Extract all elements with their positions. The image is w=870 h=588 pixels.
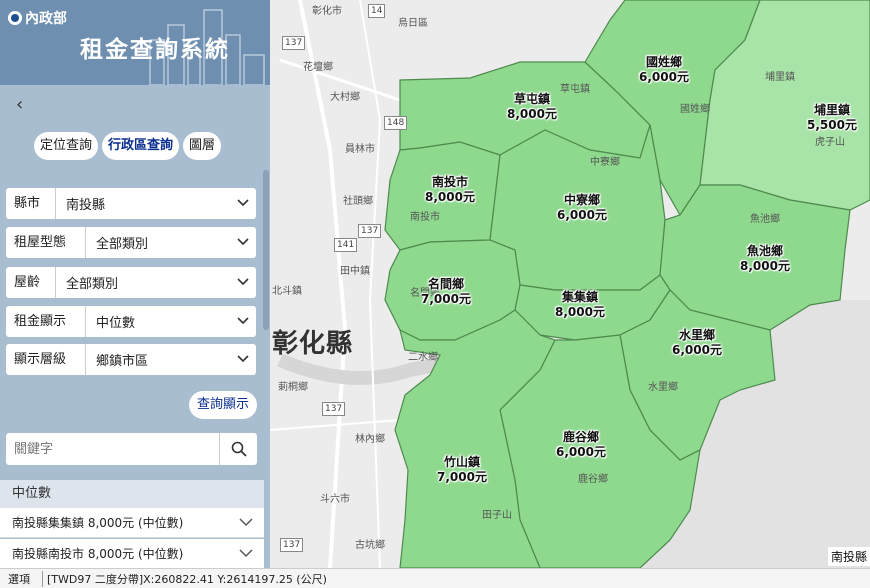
place-label: 南投市	[410, 212, 440, 223]
place-label: 魚池鄉	[750, 214, 780, 225]
ministry-name: 內政部	[25, 11, 67, 27]
route-marker: 137	[358, 224, 382, 238]
rent-display-select[interactable]: 租金顯示 中位數	[6, 306, 256, 337]
result-text: 南投縣集集鎮 8,000元 (中位數)	[12, 516, 184, 530]
place-label: 草屯鎮	[560, 84, 590, 95]
keyword-input[interactable]	[6, 433, 219, 465]
app-header: 內政部 租金查詢系統	[0, 0, 270, 85]
select-label: 縣市	[6, 188, 56, 219]
place-label: 大村鄉	[330, 92, 360, 103]
place-label: 北斗鎮	[272, 286, 302, 297]
town-label[interactable]: 國姓鄉 6,000元	[639, 55, 689, 85]
corner-county-label: 南投縣	[827, 547, 870, 566]
select-label: 顯示層級	[6, 344, 86, 375]
select-value: 中位數	[96, 316, 136, 331]
route-marker: 141	[334, 238, 358, 252]
place-label: 鹿谷鄉	[578, 474, 608, 485]
result-item[interactable]: 南投縣南投市 8,000元 (中位數)	[0, 539, 264, 568]
chevron-down-icon	[230, 235, 256, 250]
back-chevron-icon[interactable]: ‹	[16, 94, 23, 115]
result-text: 南投縣南投市 8,000元 (中位數)	[12, 547, 184, 561]
county-select[interactable]: 縣市 南投縣	[6, 188, 256, 219]
route-marker: 137	[322, 402, 346, 416]
place-label: 中寮鄉	[590, 157, 620, 168]
county-label: 彰化縣	[272, 329, 354, 359]
place-label: 國姓鄉	[680, 104, 710, 115]
place-label: 田中鎮	[340, 266, 370, 277]
route-marker: 137	[280, 538, 304, 552]
tab-location-query[interactable]: 定位查詢	[34, 132, 99, 160]
search-icon	[231, 441, 247, 457]
town-label[interactable]: 魚池鄉 8,000元	[740, 244, 790, 274]
place-label: 虎子山	[815, 137, 845, 148]
route-marker: 148	[384, 116, 408, 130]
coordinate-readout: [TWD97 二度分帶]X:260822.41 Y:2614197.25 (公尺…	[42, 570, 327, 587]
status-options[interactable]: 選項	[8, 571, 30, 587]
ministry-logo[interactable]: 內政部	[8, 8, 67, 28]
town-label[interactable]: 水里鄉 6,000元	[672, 328, 722, 358]
status-bar: 選項 [TWD97 二度分帶]X:260822.41 Y:2614197.25 …	[0, 568, 870, 588]
chevron-down-icon	[230, 352, 256, 367]
ministry-emblem-icon	[8, 11, 22, 25]
chevron-down-icon	[230, 314, 256, 329]
place-label: 二水鄉	[408, 352, 438, 363]
place-label: 彰化市	[312, 6, 342, 17]
town-label[interactable]: 竹山鎮 7,000元	[437, 455, 487, 485]
place-label: 社頭鄉	[343, 196, 373, 207]
select-label: 租金顯示	[6, 306, 86, 337]
place-label: 水里鄉	[648, 382, 678, 393]
query-display-button[interactable]: 查詢顯示	[189, 391, 257, 419]
place-label: 斗六市	[320, 494, 350, 505]
chevron-down-icon	[230, 275, 256, 290]
select-label: 租屋型態	[6, 227, 86, 258]
place-label: 古坑鄉	[355, 540, 385, 551]
tab-layers[interactable]: 圖層	[183, 132, 222, 160]
place-label: 田子山	[482, 510, 512, 521]
town-label[interactable]: 名間鄉 7,000元	[421, 277, 471, 307]
place-label: 員林市	[345, 144, 375, 155]
select-value: 鄉鎮市區	[96, 354, 149, 369]
town-label[interactable]: 集集鎮 8,000元	[555, 290, 605, 320]
tab-district-query[interactable]: 行政區查詢	[102, 132, 180, 160]
chevron-down-icon	[230, 196, 256, 211]
town-label[interactable]: 埔里鎮 5,500元	[807, 103, 857, 133]
app-title: 租金查詢系統	[80, 37, 230, 63]
place-label: 埔里鎮	[765, 72, 795, 83]
query-tabs: 定位查詢 行政區查詢 圖層	[34, 132, 222, 160]
place-label: 花壇鄉	[303, 62, 333, 73]
town-label[interactable]: 鹿谷鄉 6,000元	[556, 430, 606, 460]
place-label: 烏日區	[398, 18, 428, 29]
chevron-down-icon[interactable]	[228, 508, 264, 537]
keyword-search	[6, 433, 257, 465]
results-section-title: 中位數	[0, 480, 264, 508]
select-label: 屋齡	[6, 267, 56, 298]
town-label[interactable]: 草屯鎮 8,000元	[507, 92, 557, 122]
display-level-select[interactable]: 顯示層級 鄉鎮市區	[6, 344, 256, 375]
route-marker: 14	[368, 4, 386, 18]
route-marker: 137	[282, 36, 306, 50]
place-label: 林內鄉	[355, 434, 385, 445]
town-label[interactable]: 中寮鄉 6,000元	[557, 193, 607, 223]
select-value: 南投縣	[66, 198, 106, 213]
chevron-down-icon[interactable]	[228, 539, 264, 568]
place-label: 莿桐鄉	[278, 382, 308, 393]
select-value: 全部類別	[96, 237, 149, 252]
sidebar: 內政部 租金查詢系統 ‹ 定位查詢 行政區查詢 圖層 縣市 南投縣 租屋型態 全…	[0, 0, 270, 568]
town-label[interactable]: 南投市 8,000元	[425, 175, 475, 205]
select-value: 全部類別	[66, 277, 119, 292]
sidebar-scrollbar[interactable]	[263, 170, 269, 330]
search-button[interactable]	[219, 433, 257, 465]
result-item[interactable]: 南投縣集集鎮 8,000元 (中位數)	[0, 508, 264, 538]
rental-type-select[interactable]: 租屋型態 全部類別	[6, 227, 256, 258]
building-age-select[interactable]: 屋齡 全部類別	[6, 267, 256, 298]
